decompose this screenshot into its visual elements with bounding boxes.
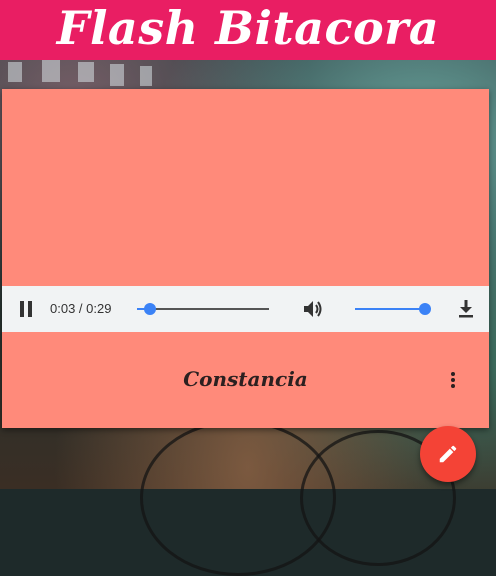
volume-up-icon[interactable] [302, 299, 324, 319]
more-vert-icon[interactable] [448, 372, 458, 390]
volume-level [355, 308, 425, 310]
seek-slider[interactable] [137, 303, 269, 315]
pause-button[interactable] [19, 301, 33, 317]
audio-card: 0:03 / 0:29 Constancia [2, 89, 489, 428]
current-time: 0:03 [50, 301, 76, 316]
edit-pencil-icon [439, 445, 457, 463]
download-icon[interactable] [458, 299, 474, 319]
duration: 0:29 [86, 301, 112, 316]
seek-handle[interactable] [144, 303, 156, 315]
app-header: Flash Bitacora [0, 0, 496, 60]
volume-handle[interactable] [419, 303, 431, 315]
audio-player[interactable]: 0:03 / 0:29 [2, 286, 489, 332]
time-display: 0:03 / 0:29 [50, 301, 111, 316]
edit-fab-button[interactable] [420, 426, 476, 482]
volume-slider[interactable] [355, 303, 431, 315]
card-caption: Constancia [183, 367, 308, 391]
app-title: Flash Bitacora [56, 1, 440, 55]
time-separator: / [75, 301, 87, 316]
